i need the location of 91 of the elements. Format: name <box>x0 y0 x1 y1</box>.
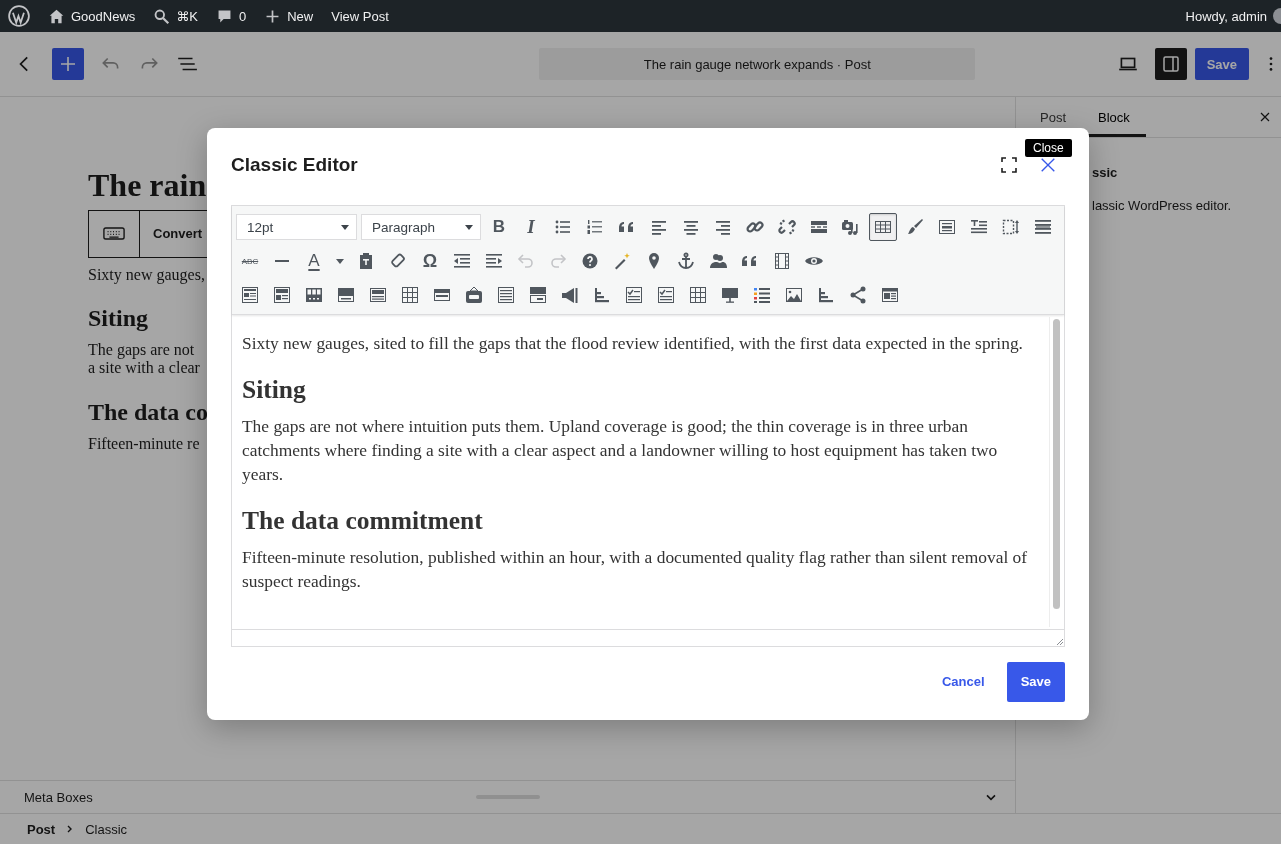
caret-icon <box>336 258 344 264</box>
numbered-list-icon <box>585 217 605 237</box>
add-block-button[interactable] <box>52 48 84 80</box>
fullscreen-icon[interactable] <box>999 155 1019 175</box>
wordpress-logo-icon[interactable] <box>8 5 30 27</box>
undo-icon <box>516 251 536 271</box>
film-icon <box>772 251 792 271</box>
color-list-icon <box>752 285 772 305</box>
save-button[interactable]: Save <box>1194 48 1249 80</box>
sidebar-icon <box>1160 54 1181 74</box>
image-icon <box>784 285 804 305</box>
post-title: The rain <box>88 167 208 204</box>
block-description: lassic WordPress editor. <box>1092 198 1233 213</box>
command-search[interactable]: ⌘K <box>153 7 198 25</box>
grid-icon <box>400 285 420 305</box>
convert-button[interactable]: Convert <box>140 210 216 257</box>
sidebar-tab[interactable]: Block <box>1082 97 1146 137</box>
content-heading: The data commitment <box>242 505 484 538</box>
home-icon <box>48 7 65 25</box>
presentation-icon <box>720 285 740 305</box>
paragraph-line: a site with a clear <box>88 359 200 378</box>
comments-link[interactable]: 0 <box>216 7 247 25</box>
content-paragraph: Fifteen-minute resolution, published within an hour, with a documented quality flag rather than silent removal of suspect readings. <box>242 546 1029 594</box>
more-options-icon[interactable] <box>1269 55 1273 73</box>
text-color-button[interactable]: A <box>300 247 328 275</box>
megaphone-icon <box>560 285 580 305</box>
font-size-select[interactable]: 12pt <box>236 214 357 240</box>
account-menu[interactable]: Howdy, admin <box>1185 8 1267 24</box>
justify-icon <box>1033 217 1053 237</box>
paragraph-line: The gaps are not <box>88 341 195 360</box>
breadcrumb-link[interactable]: Post <box>27 821 56 837</box>
document-icon <box>937 217 957 237</box>
lines-icon <box>496 285 516 305</box>
keyboard-icon[interactable] <box>103 226 125 242</box>
format-select[interactable]: Paragraph <box>361 214 481 240</box>
bold-button[interactable]: B <box>485 213 513 241</box>
special-character-button[interactable]: Ω <box>416 247 444 275</box>
newspaper-icon <box>880 285 900 305</box>
post-heading: Siting <box>88 304 149 333</box>
outdent-icon <box>452 251 472 271</box>
content-paragraph: The gaps are not where intuition puts them. Upland coverage is good; the thin coverage is in three urban catchments where finding a site with a clear aspect and a landowner willing to host equipment has taken two years. <box>242 415 999 487</box>
horizontal-line-icon <box>275 260 289 262</box>
checklist-icon <box>624 285 644 305</box>
content-heading: Siting <box>242 374 307 406</box>
sidebar-tab[interactable]: Post <box>1024 97 1082 137</box>
italic-button[interactable]: I <box>517 213 545 241</box>
layout-icon <box>304 285 324 305</box>
document-title[interactable]: The rain gauge network expands · Post <box>539 48 976 80</box>
paragraph-line: Fifteen-minute re <box>88 434 200 453</box>
content-paragraph: Sixty new gauges, sited to fill the gaps that the flood review identified, with the first data expected in the spring. <box>242 332 1024 355</box>
grid-icon <box>688 285 708 305</box>
redo-icon <box>548 251 568 271</box>
users-icon <box>708 251 728 271</box>
new-link[interactable]: New <box>264 7 314 25</box>
toolbar-button[interactable] <box>869 213 897 241</box>
checklist-icon <box>656 285 676 305</box>
paragraph-line: Sixty new gauges, <box>88 265 205 285</box>
search-icon <box>153 7 171 25</box>
layout-icon <box>272 285 292 305</box>
paintbrush-icon <box>905 217 925 237</box>
sidebar-toggle-button[interactable] <box>1154 48 1187 80</box>
caret-icon <box>464 222 474 232</box>
post-heading: The data co <box>88 397 208 427</box>
bar-chart-icon <box>816 285 836 305</box>
camera-music-icon <box>841 217 861 237</box>
resize-frame-icon <box>1001 217 1021 237</box>
block-name: ssic <box>1092 165 1119 180</box>
share-icon <box>848 285 868 305</box>
meta-boxes-label[interactable]: Meta Boxes <box>24 789 983 805</box>
save-button[interactable]: Save <box>1006 661 1065 702</box>
cancel-button[interactable]: Cancel <box>932 661 995 702</box>
site-link[interactable]: GoodNews <box>48 7 136 25</box>
layout-icon <box>336 285 356 305</box>
view-post-link[interactable]: View Post <box>331 8 389 24</box>
bar-chart-icon <box>592 285 612 305</box>
layout-icon <box>368 285 388 305</box>
resize-grip-icon[interactable] <box>1054 636 1064 646</box>
close-icon[interactable] <box>1039 156 1057 174</box>
breadcrumb-link[interactable]: Classic <box>85 821 128 837</box>
dialog-title: Classic Editor <box>231 154 358 176</box>
help-icon <box>580 251 600 271</box>
layout-icon <box>240 285 260 305</box>
card-icon <box>528 285 548 305</box>
plus-icon <box>58 54 78 74</box>
scrollbar[interactable] <box>1049 317 1062 627</box>
anchor-icon <box>676 251 696 271</box>
strikethrough-button[interactable]: ABC <box>236 247 264 275</box>
caret-icon <box>340 222 350 232</box>
close-tooltip: Close <box>1025 139 1072 157</box>
ad-sign-icon <box>464 285 484 305</box>
indent-icon <box>484 251 504 271</box>
